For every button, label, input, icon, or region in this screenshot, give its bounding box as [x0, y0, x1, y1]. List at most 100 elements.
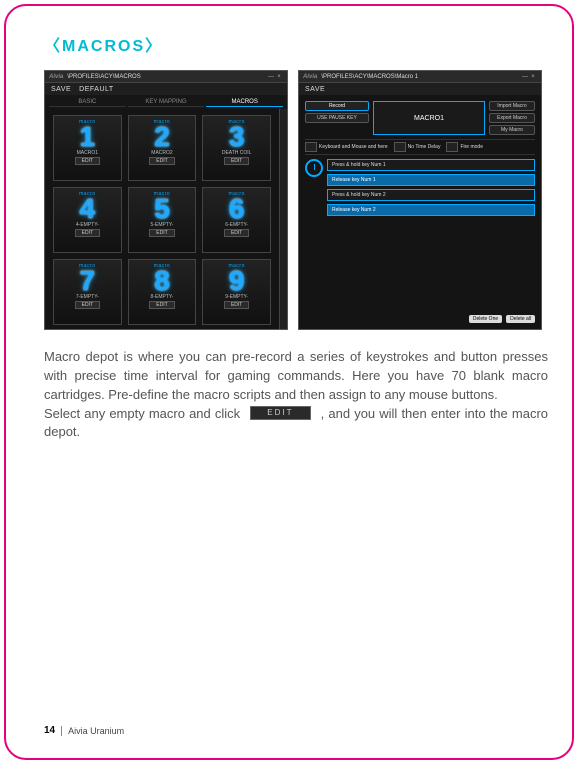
macro-number: 9 — [229, 269, 245, 293]
macro-number: 1 — [80, 125, 96, 149]
macro-name: 8-EMPTY- — [151, 294, 174, 300]
my-macro-button[interactable]: My Macro — [489, 125, 535, 135]
macro-slot[interactable]: macro 6 6-EMPTY- EDIT — [202, 187, 271, 253]
editor-options-row: Keyboard and Mouse and here No Time Dela… — [305, 139, 535, 155]
editor-body: Record USE PAUSE KEY MACRO1 Import Macro… — [299, 95, 541, 329]
macro-name-field[interactable]: MACRO1 — [373, 101, 485, 135]
scrollbar[interactable] — [279, 109, 287, 329]
macro-name: 7-EMPTY- — [76, 294, 99, 300]
macro-number: 4 — [80, 197, 96, 221]
macro-step[interactable]: Press & hold key Num 2 — [327, 189, 535, 201]
macro-number: 3 — [229, 125, 245, 149]
product-name: Aivia Uranium — [68, 726, 124, 736]
use-pause-button[interactable]: USE PAUSE KEY — [305, 113, 369, 123]
menubar: SAVE — [299, 83, 541, 95]
macros-window: Aivia \PROFILES\ACY\MACROS — × SAVE DEFA… — [44, 70, 288, 330]
delete-one-button[interactable]: Delete One — [469, 315, 502, 323]
macro-number: 2 — [154, 125, 170, 149]
export-macro-button[interactable]: Export Macro — [489, 113, 535, 123]
no-time-delay-option[interactable]: No Time Delay — [394, 142, 441, 152]
app-logo: Aivia — [303, 74, 317, 80]
screenshot-row: Aivia \PROFILES\ACY\MACROS — × SAVE DEFA… — [44, 70, 548, 330]
tabbar: BASIC KEY MAPPING MACROS — [45, 95, 287, 109]
macro-name: 5-EMPTY- — [151, 222, 174, 228]
body-text: Macro depot is where you can pre-record … — [44, 348, 548, 442]
window-path: \PROFILES\ACY\MACROS — [67, 74, 267, 80]
app-logo: Aivia — [49, 74, 63, 80]
macro-grid: macro 1 MACRO1 EDIT macro 2 MACRO2 EDIT … — [45, 109, 279, 329]
fire-mode-option[interactable]: Fire mode — [446, 142, 483, 152]
editor-left-controls: Record USE PAUSE KEY — [305, 101, 369, 135]
editor-bottom-row: Delete One Delete all — [305, 315, 535, 323]
titlebar: Aivia \PROFILES\ACY\MACROS\Macro 1 — × — [299, 71, 541, 83]
editor-right-controls: Import Macro Export Macro My Macro — [489, 101, 535, 135]
minimize-icon[interactable]: — — [267, 74, 275, 80]
edit-button[interactable]: EDIT — [149, 301, 174, 309]
delay-icon — [394, 142, 406, 152]
edit-button[interactable]: EDIT — [75, 229, 100, 237]
macro-slot[interactable]: macro 9 9-EMPTY- EDIT — [202, 259, 271, 325]
tab-keymapping[interactable]: KEY MAPPING — [128, 98, 205, 107]
macro-slot[interactable]: macro 5 5-EMPTY- EDIT — [128, 187, 197, 253]
import-macro-button[interactable]: Import Macro — [489, 101, 535, 111]
fire-label: Fire mode — [460, 144, 483, 150]
edit-button[interactable]: EDIT — [224, 301, 249, 309]
macro-name: 4-EMPTY- — [76, 222, 99, 228]
macro-editor-window: Aivia \PROFILES\ACY\MACROS\Macro 1 — × S… — [298, 70, 542, 330]
paragraph-2: Select any empty macro and click EDIT , … — [44, 405, 548, 443]
macro-number: 6 — [229, 197, 245, 221]
macro-number: 8 — [154, 269, 170, 293]
edit-button[interactable]: EDIT — [224, 229, 249, 237]
record-button[interactable]: Record — [305, 101, 369, 111]
macro-slot[interactable]: macro 2 MACRO2 EDIT — [128, 115, 197, 181]
clock-icon — [305, 159, 323, 177]
tab-macros[interactable]: MACROS — [206, 98, 283, 107]
keyboard-icon — [305, 142, 317, 152]
macro-slot[interactable]: macro 8 8-EMPTY- EDIT — [128, 259, 197, 325]
fire-icon — [446, 142, 458, 152]
close-icon[interactable]: × — [275, 74, 283, 80]
section-title: 〈MACROS〉 — [44, 32, 548, 56]
page-content: 〈MACROS〉 Aivia \PROFILES\ACY\MACROS — × … — [0, 0, 578, 442]
editor-top-row: Record USE PAUSE KEY MACRO1 Import Macro… — [305, 101, 535, 135]
save-menu[interactable]: SAVE — [51, 86, 71, 93]
macro-name: 9-EMPTY- — [225, 294, 248, 300]
window-body: macro 1 MACRO1 EDIT macro 2 MACRO2 EDIT … — [45, 109, 287, 329]
footer-separator — [61, 726, 62, 736]
clock-column — [305, 159, 323, 311]
macro-slot[interactable]: macro 1 MACRO1 EDIT — [53, 115, 122, 181]
minimize-icon[interactable]: — — [521, 74, 529, 80]
edit-button[interactable]: EDIT — [149, 157, 174, 165]
macro-name: 6-EMPTY- — [225, 222, 248, 228]
titlebar: Aivia \PROFILES\ACY\MACROS — × — [45, 71, 287, 83]
macro-name: DEATH COIL — [222, 150, 252, 156]
default-menu[interactable]: DEFAULT — [79, 86, 114, 93]
macro-slot[interactable]: macro 4 4-EMPTY- EDIT — [53, 187, 122, 253]
tab-basic[interactable]: BASIC — [49, 98, 126, 107]
macro-step[interactable]: Release key Num 2 — [327, 204, 535, 216]
save-menu[interactable]: SAVE — [305, 86, 325, 93]
macro-step[interactable]: Press & hold key Num 1 — [327, 159, 535, 171]
delete-all-button[interactable]: Delete all — [506, 315, 535, 323]
close-icon[interactable]: × — [529, 74, 537, 80]
paragraph-1: Macro depot is where you can pre-record … — [44, 348, 548, 405]
step-list: Press & hold key Num 1 Release key Num 1… — [327, 159, 535, 311]
p2-part-a: Select any empty macro and click — [44, 406, 244, 421]
ntd-label: No Time Delay — [408, 144, 441, 150]
inline-edit-button[interactable]: EDIT — [250, 406, 310, 420]
page-footer: 14 Aivia Uranium — [44, 725, 124, 736]
macro-slot[interactable]: macro 3 DEATH COIL EDIT — [202, 115, 271, 181]
edit-button[interactable]: EDIT — [75, 301, 100, 309]
edit-button[interactable]: EDIT — [75, 157, 100, 165]
menubar: SAVE DEFAULT — [45, 83, 287, 95]
macro-number: 5 — [154, 197, 170, 221]
edit-button[interactable]: EDIT — [224, 157, 249, 165]
macro-name: MACRO1 — [77, 150, 98, 156]
timeline: Press & hold key Num 1 Release key Num 1… — [305, 159, 535, 311]
edit-button[interactable]: EDIT — [149, 229, 174, 237]
macro-number: 7 — [80, 269, 96, 293]
macro-slot[interactable]: macro 7 7-EMPTY- EDIT — [53, 259, 122, 325]
page-number: 14 — [44, 725, 55, 736]
macro-step[interactable]: Release key Num 1 — [327, 174, 535, 186]
kbm-option[interactable]: Keyboard and Mouse and here — [305, 142, 388, 152]
